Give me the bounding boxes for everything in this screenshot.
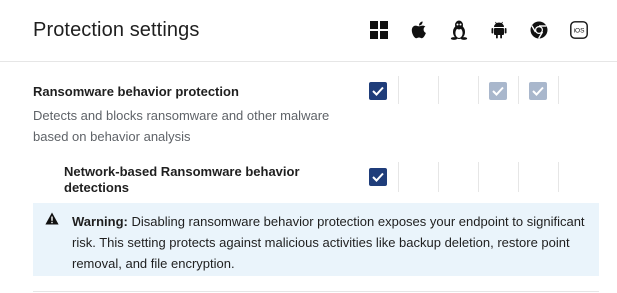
ios-icon: iOS: [569, 19, 589, 41]
column-divider: [438, 76, 439, 104]
column-divider: [478, 76, 479, 104]
column-divider: [518, 162, 519, 192]
section-divider: [33, 291, 599, 292]
warning-body: Disabling ransomware behavior protection…: [72, 214, 585, 271]
windows-ransomware-protection-checkbox[interactable]: [369, 82, 387, 100]
android-icon: [489, 19, 509, 41]
apple-icon: [409, 19, 429, 41]
warning-label: Warning:: [72, 214, 128, 229]
linux-icon: [449, 19, 469, 41]
column-divider: [398, 76, 399, 104]
column-divider: [558, 162, 559, 192]
chrome-icon: [529, 19, 549, 41]
column-divider: [558, 76, 559, 104]
windows-icon: [369, 19, 389, 41]
column-divider: [478, 162, 479, 192]
warning-icon: [45, 212, 59, 226]
column-divider: [438, 162, 439, 192]
settings-header: Protection settings iOS: [0, 0, 617, 62]
windows-network-ransomware-checkbox[interactable]: [369, 168, 387, 186]
column-divider: [518, 76, 519, 104]
ransomware-behavior-protection-title: Ransomware behavior protection: [33, 84, 239, 99]
column-divider: [398, 162, 399, 192]
warning-banner: Warning: Disabling ransomware behavior p…: [33, 203, 599, 276]
page-title: Protection settings: [33, 19, 200, 41]
chrome-ransomware-protection-checkbox: [529, 82, 547, 100]
network-ransomware-detections-title: Network-based Ransomware behavior detect…: [64, 164, 300, 195]
ransomware-behavior-protection-description: Detects and blocks ransomware and other …: [33, 108, 330, 144]
android-ransomware-protection-checkbox: [489, 82, 507, 100]
svg-text:iOS: iOS: [574, 28, 586, 35]
warning-message: Warning: Disabling ransomware behavior p…: [72, 211, 592, 274]
